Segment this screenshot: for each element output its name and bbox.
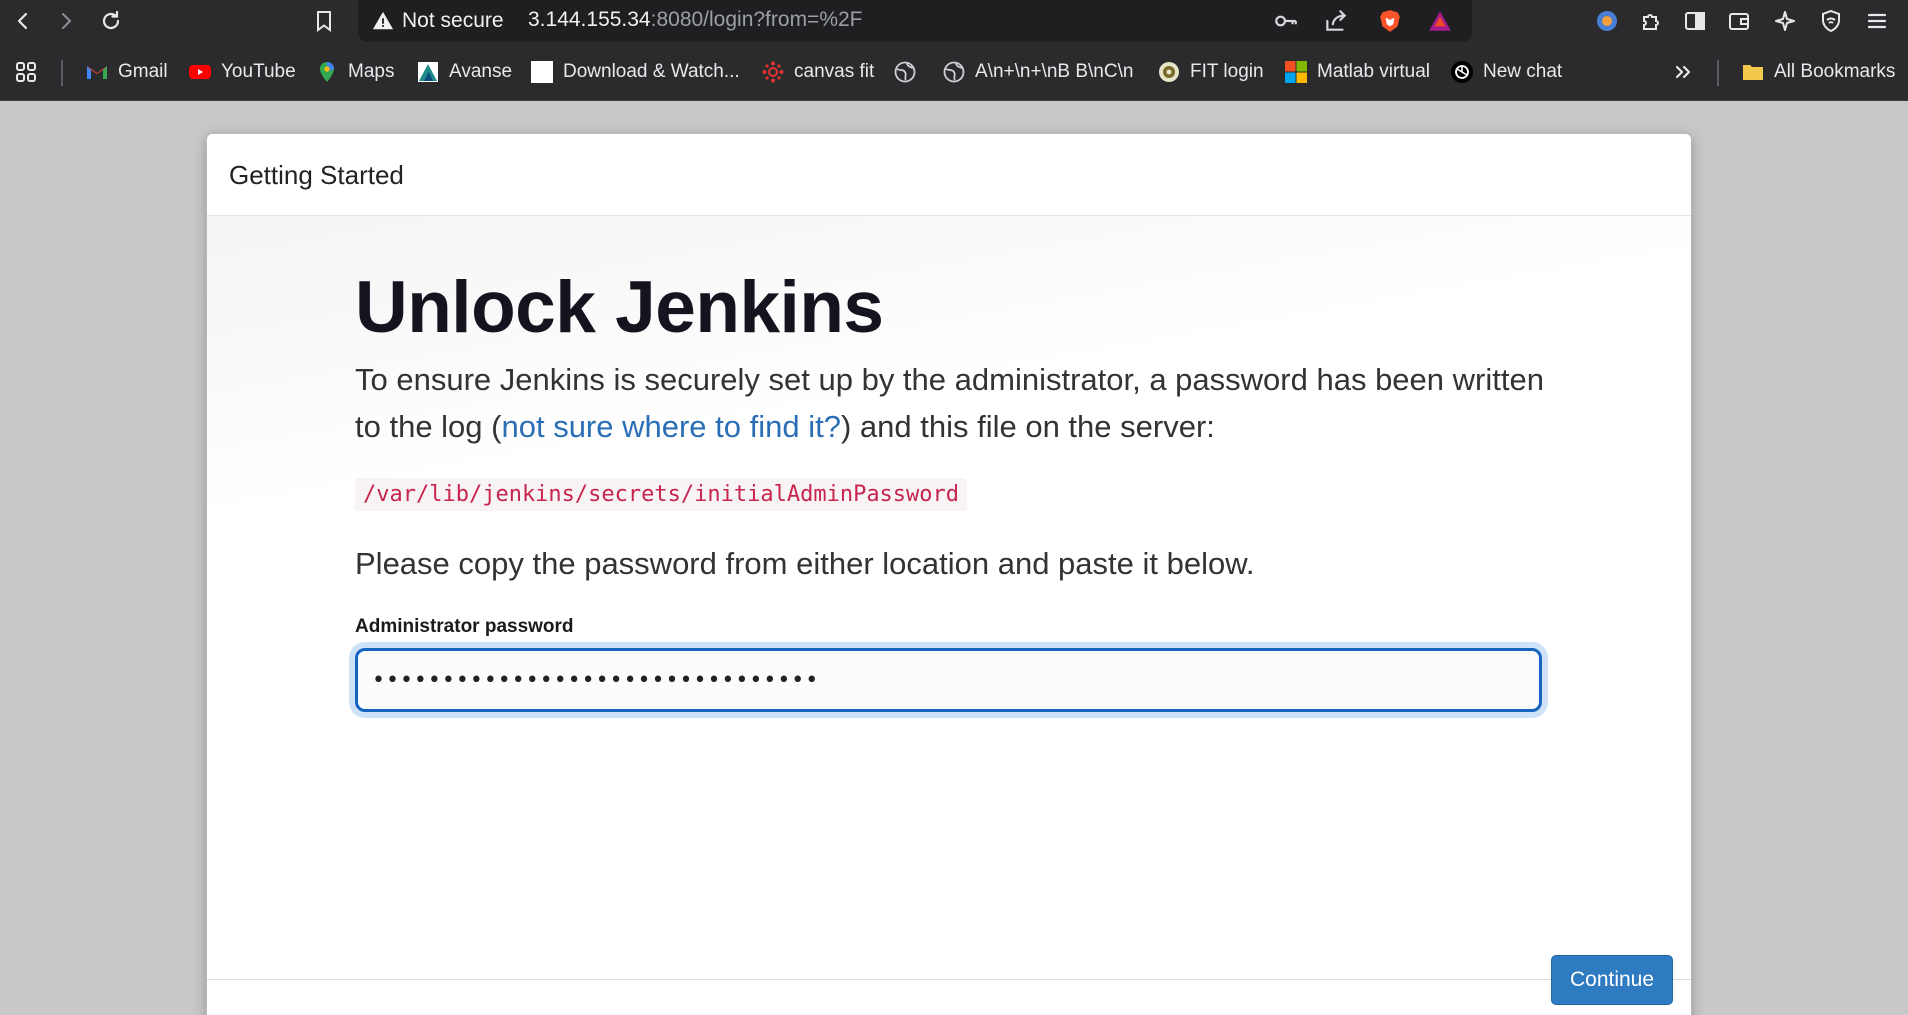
bookmark-matlab-virtual[interactable]: Matlab virtual <box>1284 57 1430 87</box>
extensions-button[interactable] <box>1636 6 1666 36</box>
arrow-left-icon <box>17 12 28 30</box>
sparkle-icon <box>1775 11 1795 31</box>
getting-started-dialog: Getting Started Unlock Jenkins To ensure… <box>206 133 1692 1015</box>
bookmark-label: FIT login <box>1190 61 1264 82</box>
bookmark-abc[interactable]: A\n+\n+\nB B\nC\n <box>942 57 1133 87</box>
page-title: Unlock Jenkins <box>355 267 884 348</box>
arrow-right-icon <box>61 12 72 30</box>
bookmark-avanse[interactable]: Avanse <box>416 57 512 87</box>
sidebar-button[interactable] <box>1680 6 1710 36</box>
dialog-body: Unlock Jenkins To ensure Jenkins is secu… <box>207 216 1691 1015</box>
bookmark-globe[interactable] <box>893 57 917 87</box>
share-button[interactable] <box>1322 7 1350 35</box>
admin-password-input[interactable] <box>355 648 1542 712</box>
bookmarks-bar: Gmail YouTube Maps Avanse Download & Wat… <box>0 43 1908 101</box>
url-text[interactable]: 3.144.155.34:8080/login?from=%2F <box>528 8 863 32</box>
reload-icon <box>102 10 120 30</box>
intro-paragraph: To ensure Jenkins is securely set up by … <box>355 356 1575 450</box>
bookmark-label: A\n+\n+\nB B\nC\n <box>975 61 1134 82</box>
brave-lion-icon <box>1380 10 1400 32</box>
url-host: 3.144.155.34 <box>528 8 651 31</box>
continue-button[interactable]: Continue <box>1551 955 1673 1005</box>
instruction-text: Please copy the password from either loc… <box>355 546 1255 581</box>
avanse-icon <box>416 60 440 84</box>
back-button[interactable] <box>8 6 38 36</box>
warning-icon <box>372 11 394 30</box>
password-key-button[interactable] <box>1272 7 1300 35</box>
dialog-header: Getting Started <box>207 134 1691 216</box>
microsoft-icon <box>1284 60 1308 84</box>
bookmark-canvas-fit[interactable]: canvas fit <box>761 57 874 87</box>
apps-button[interactable] <box>14 57 38 87</box>
share-icon <box>1326 10 1347 31</box>
forward-button[interactable] <box>51 6 81 36</box>
bookmark-download-watch[interactable]: Download & Watch... <box>530 57 740 87</box>
grid-icon <box>14 60 38 84</box>
bookmark-gmail[interactable]: Gmail <box>85 57 168 87</box>
vpn-button[interactable] <box>1816 6 1846 36</box>
find-password-link[interactable]: not sure where to find it? <box>501 409 840 444</box>
openai-icon <box>1450 60 1474 84</box>
gmail-icon <box>85 60 109 84</box>
bookmark-icon <box>317 11 331 32</box>
bookmark-page-button[interactable] <box>309 6 339 36</box>
page-icon <box>530 60 554 84</box>
shield-wifi-icon <box>1822 9 1840 33</box>
globe-icon <box>893 60 917 84</box>
bookmarks-divider <box>1717 60 1719 86</box>
folder-icon <box>1741 60 1765 84</box>
bookmark-label: canvas fit <box>794 61 875 82</box>
double-chevron-right-icon <box>1671 60 1695 84</box>
bookmark-new-chat[interactable]: New chat <box>1450 57 1562 87</box>
bookmark-youtube[interactable]: YouTube <box>188 57 296 87</box>
footer-divider <box>207 979 1691 980</box>
bookmark-label: Download & Watch... <box>563 61 740 82</box>
security-indicator[interactable]: Not secure <box>372 9 504 33</box>
bookmark-label: Gmail <box>118 61 168 82</box>
menu-button[interactable] <box>1862 6 1892 36</box>
all-bookmarks-button[interactable]: All Bookmarks <box>1741 57 1895 87</box>
leo-ai-button[interactable] <box>1770 6 1800 36</box>
wallet-button[interactable] <box>1724 6 1754 36</box>
bookmark-maps[interactable]: Maps <box>315 57 394 87</box>
password-file-path: /var/lib/jenkins/secrets/initialAdminPas… <box>355 478 968 511</box>
dialog-title: Getting Started <box>229 160 404 190</box>
browser-toolbar: Not secure 3.144.155.34:8080/login?from=… <box>0 0 1908 43</box>
intro-text-end: ) and this file on the server: <box>840 409 1215 444</box>
bookmark-label: New chat <box>1483 61 1563 82</box>
brave-rewards-button[interactable] <box>1426 7 1454 35</box>
hamburger-icon <box>1867 13 1887 29</box>
globe-icon <box>942 60 966 84</box>
address-bar[interactable] <box>358 0 1472 42</box>
key-icon <box>1275 15 1297 27</box>
security-label: Not secure <box>402 9 504 32</box>
all-bookmarks-label: All Bookmarks <box>1774 61 1896 82</box>
url-path: :8080/login?from=%2F <box>650 8 863 31</box>
wallet-icon <box>1729 13 1749 30</box>
youtube-icon <box>188 60 212 84</box>
bookmark-fit-login[interactable]: FIT login <box>1157 57 1264 87</box>
sidebar-icon <box>1685 12 1705 30</box>
puzzle-icon <box>1643 14 1659 30</box>
reload-button[interactable] <box>96 6 126 36</box>
brave-shields-button[interactable] <box>1376 7 1404 35</box>
rewards-triangle-icon <box>1429 11 1451 31</box>
maps-icon <box>315 60 339 84</box>
bookmark-label: YouTube <box>221 61 296 82</box>
more-bookmarks-button[interactable] <box>1671 57 1695 87</box>
canvas-icon <box>761 60 785 84</box>
bookmark-label: Avanse <box>449 61 513 82</box>
bookmark-label: Matlab virtual <box>1317 61 1430 82</box>
password-label: Administrator password <box>355 616 574 637</box>
fit-icon <box>1157 60 1181 84</box>
bookmarks-divider <box>61 60 63 86</box>
extension-button[interactable] <box>1592 6 1622 36</box>
bookmark-label: Maps <box>348 61 395 82</box>
extension-avatar-icon <box>1597 11 1617 31</box>
